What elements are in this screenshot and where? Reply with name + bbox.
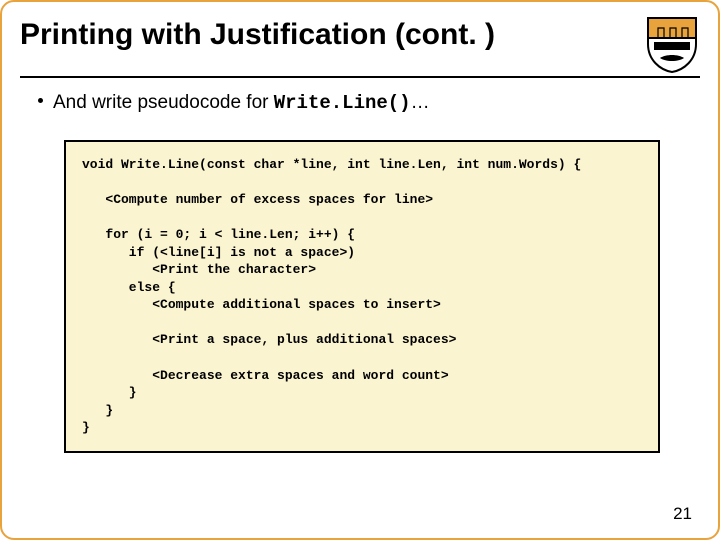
bullet-suffix: … — [411, 92, 430, 113]
code-block: void Write.Line(const char *line, int li… — [64, 140, 660, 453]
bullet-item: And write pseudocode for Write.Line()… — [38, 92, 700, 114]
princeton-shield-icon — [644, 14, 700, 74]
page-title: Printing with Justification (cont. ) — [20, 18, 636, 52]
title-underline — [20, 76, 700, 78]
bullet-code: Write.Line() — [274, 92, 411, 114]
bullet-prefix: And write pseudocode for — [53, 92, 274, 113]
page-number: 21 — [673, 504, 692, 524]
bullet-dot-icon — [38, 98, 43, 103]
slide-header: Printing with Justification (cont. ) — [20, 14, 700, 74]
slide-frame: Printing with Justification (cont. ) And… — [0, 0, 720, 540]
bullet-text: And write pseudocode for Write.Line()… — [53, 92, 430, 114]
